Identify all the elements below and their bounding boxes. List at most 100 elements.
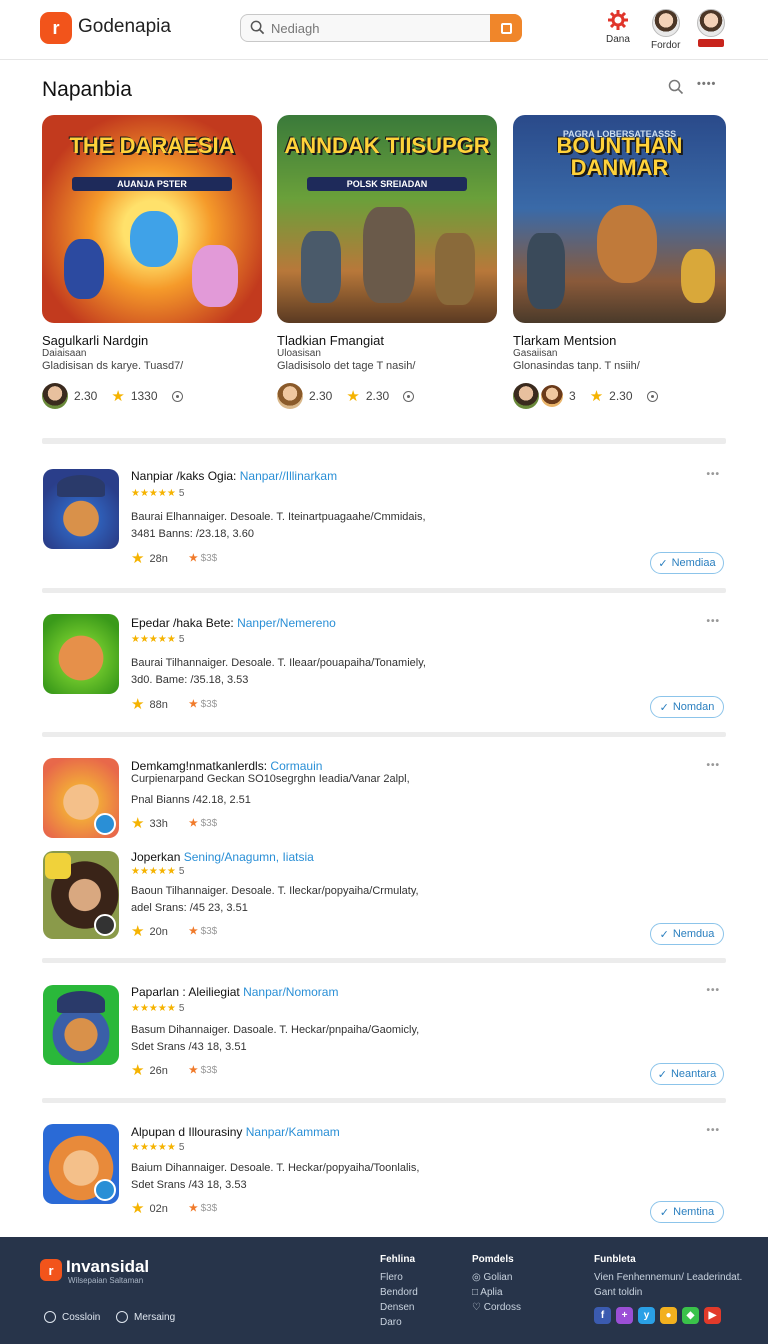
chat-icon[interactable]: ● — [660, 1307, 677, 1324]
search-bar[interactable]: Nediagh — [240, 14, 522, 42]
featured-meta: 2.30 ★ 1330 — [42, 383, 183, 409]
list-item[interactable]: Alpupan d Illourasiny Nanpar/Kammam ★★★★… — [42, 1123, 726, 1233]
list-item[interactable]: Demkamg!nmatkanlerdls: Cormauin Curpiena… — [42, 758, 726, 838]
item-more-menu[interactable]: ••• — [706, 985, 720, 996]
top-bar: r Godenapia Nediagh Dana Fordor — [0, 0, 768, 60]
item-action-button[interactable]: ✓ Nemdiaa — [650, 552, 724, 574]
options-icon[interactable] — [646, 390, 658, 402]
item-action-button[interactable]: ✓ Nemdua — [650, 923, 724, 945]
character-shape — [527, 233, 565, 309]
item-meta: ★ 28n ★ $3$ — [131, 551, 217, 566]
footer-link[interactable]: Cossloin — [44, 1311, 100, 1323]
item-title[interactable]: Nanpiar /kaks Ogia: Nanpar//Illinarkam — [131, 469, 337, 483]
footer-column-heading: Pomdels — [472, 1254, 514, 1265]
item-title[interactable]: Demkamg!nmatkanlerdls: Cormauin — [131, 759, 322, 773]
app-icon[interactable] — [43, 758, 119, 838]
item-link[interactable]: Nanper/Nemereno — [237, 616, 336, 630]
creator-avatar[interactable] — [513, 383, 539, 409]
rating-value: 1330 — [130, 389, 158, 403]
app-icon[interactable] — [43, 1124, 119, 1204]
list-item[interactable]: Nanpiar /kaks Ogia: Nanpar//Illinarkam ★… — [42, 467, 726, 585]
item-more-menu[interactable]: ••• — [706, 616, 720, 627]
item-action-button[interactable]: ✓ Nomdan — [650, 696, 724, 718]
app-icon[interactable] — [43, 851, 119, 939]
item-link[interactable]: Nanpar/Kammam — [246, 1125, 340, 1139]
footer-link[interactable]: □ Aplia — [472, 1285, 521, 1300]
item-action-button[interactable]: ✓ Neantara — [650, 1063, 724, 1085]
footer: r Invansidal Wilsepaian Saltaman Cossloi… — [0, 1237, 768, 1344]
options-icon[interactable] — [171, 390, 183, 402]
featured-title[interactable]: Tladkian Fmangiat — [277, 333, 384, 348]
creator-avatar[interactable] — [42, 383, 68, 409]
item-action-button[interactable]: ✓ Nemtina — [650, 1201, 724, 1223]
header-action-fordor[interactable]: Fordor — [651, 9, 680, 51]
check-icon: ✓ — [659, 701, 669, 714]
item-link[interactable]: Cormauin — [270, 759, 322, 773]
footer-column-heading: Funbleta — [594, 1254, 636, 1265]
featured-title[interactable]: Sagulkarli Nardgin — [42, 333, 148, 348]
game-art-title: ANNDAK TIISUPGR — [284, 133, 490, 158]
item-title[interactable]: Epedar /haka Bete: Nanper/Nemereno — [131, 616, 336, 630]
app-logo-icon[interactable]: r — [40, 12, 72, 44]
footer-link[interactable]: Mersaing — [116, 1311, 175, 1323]
game-art-subtitle: POLSK SREIADAN — [307, 177, 467, 191]
item-link[interactable]: Nanpar/Nomoram — [243, 985, 338, 999]
character-shape — [64, 239, 104, 299]
check-icon: ✓ — [659, 928, 669, 941]
user-profile[interactable] — [697, 9, 725, 47]
search-submit-icon — [500, 22, 512, 34]
app-icon[interactable] — [43, 469, 119, 549]
featured-title[interactable]: Tlarkam Mentsion — [513, 333, 616, 348]
plus-icon[interactable]: + — [616, 1307, 633, 1324]
item-rating: ★★★★★ 5 — [131, 1003, 185, 1014]
footer-link[interactable]: ♡ Cordoss — [472, 1300, 521, 1315]
featured-card[interactable]: ANNDAK TIISUPGR POLSK SREIADAN Tladkian … — [277, 115, 497, 409]
item-more-menu[interactable]: ••• — [706, 1125, 720, 1136]
section-search-icon[interactable] — [668, 79, 684, 95]
item-more-menu[interactable]: ••• — [706, 760, 720, 771]
likes-count: 26n — [149, 1064, 168, 1077]
footer-link[interactable]: Flero — [380, 1270, 418, 1285]
message-icon[interactable]: ◆ — [682, 1307, 699, 1324]
section-divider — [42, 732, 726, 737]
options-icon[interactable] — [403, 390, 415, 402]
featured-card[interactable]: BOUNTHAN DANMAR PAGRA LOBERSATEASSS Tlar… — [513, 115, 726, 409]
character-shape — [435, 233, 475, 305]
item-title[interactable]: Paparlan : Aleiliegiat Nanpar/Nomoram — [131, 985, 338, 999]
featured-card[interactable]: THE DARAESIA AUANJA PSTER Sagulkarli Nar… — [42, 115, 262, 409]
item-link[interactable]: Sening/Anagumn, Iiatsia — [184, 850, 314, 864]
character-shape — [681, 249, 715, 303]
facebook-icon[interactable]: f — [594, 1307, 611, 1324]
brand-name[interactable]: Godenapia — [78, 16, 171, 38]
list-item[interactable]: Epedar /haka Bete: Nanper/Nemereno ★★★★★… — [42, 614, 726, 732]
app-icon[interactable] — [43, 614, 119, 694]
list-item[interactable]: Paparlan : Aleiliegiat Nanpar/Nomoram ★★… — [42, 983, 726, 1101]
item-meta: ★ 20n ★ $3$ — [131, 924, 217, 939]
circle-icon — [44, 1311, 56, 1323]
twitter-icon[interactable]: y — [638, 1307, 655, 1324]
price-label: ★ $3$ — [188, 818, 218, 829]
footer-logo-icon[interactable]: r — [40, 1259, 62, 1281]
gear-icon — [607, 10, 628, 30]
footer-brand[interactable]: Invansidal — [66, 1257, 149, 1277]
footer-link[interactable]: Densen — [380, 1300, 418, 1315]
app-icon[interactable] — [43, 985, 119, 1065]
search-button[interactable] — [490, 14, 522, 42]
item-title[interactable]: Alpupan d Illourasiny Nanpar/Kammam — [131, 1125, 340, 1139]
likes-count: 20n — [149, 925, 168, 938]
video-icon[interactable]: ▶ — [704, 1307, 721, 1324]
item-link[interactable]: Nanpar//Illinarkam — [240, 469, 337, 483]
header-action-dana[interactable]: Dana — [606, 9, 630, 45]
footer-link[interactable]: ◎ Golian — [472, 1270, 521, 1285]
section-more-menu[interactable]: •••• — [697, 78, 716, 90]
item-title[interactable]: Joperkan Sening/Anagumn, Iiatsia — [131, 850, 314, 864]
footer-link[interactable]: Daro — [380, 1315, 418, 1330]
star-icon: ★ — [589, 387, 604, 405]
creator-avatar[interactable] — [277, 383, 303, 409]
footer-link[interactable]: Bendord — [380, 1285, 418, 1300]
creator-avatar[interactable] — [541, 385, 563, 407]
item-stats: adel Srans: /45 23, 3.51 — [131, 902, 248, 914]
list-item[interactable]: Joperkan Sening/Anagumn, Iiatsia ★★★★★ 5 … — [42, 849, 726, 957]
hat-shape — [57, 475, 105, 497]
item-more-menu[interactable]: ••• — [706, 469, 720, 480]
